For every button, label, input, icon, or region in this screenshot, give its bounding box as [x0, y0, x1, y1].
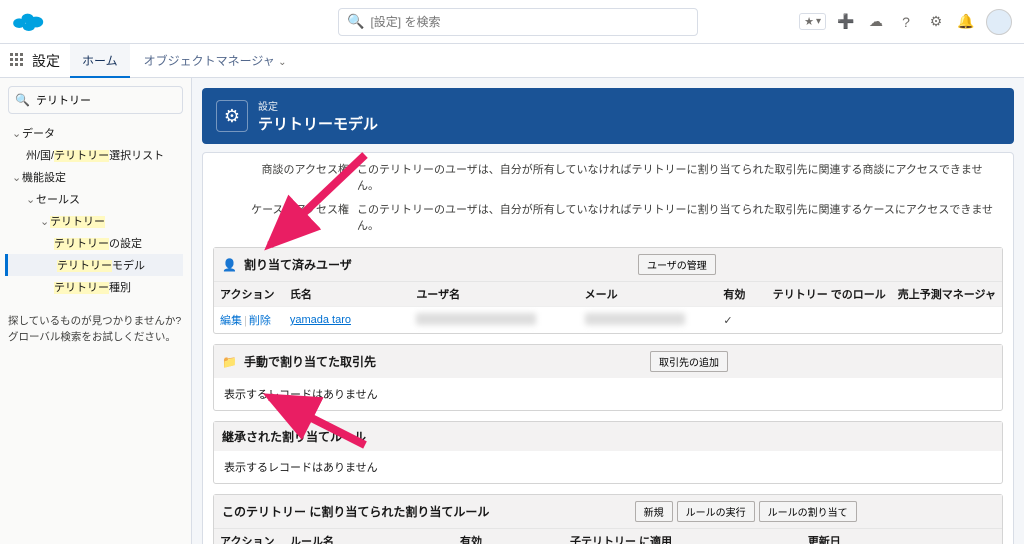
assigned-users-table: アクション 氏名 ユーザ名 メール 有効 テリトリー でのロール 売上予測マネー…	[214, 281, 1002, 333]
case-access-row: ケースのアクセス権 このテリトリーのユーザは、自分が所有していなければテリトリー…	[213, 197, 1003, 237]
manual-accounts-title: 手動で割り当てた取引先	[244, 353, 376, 370]
sidebar-search-input[interactable]	[36, 94, 176, 106]
main-content: ⚙ 設定 テリトリーモデル 商談のアクセス権 このテリトリーのユーザは、自分が所…	[192, 78, 1024, 544]
inherited-rules-panel: 継承された割り当てルール 表示するレコードはありません	[213, 421, 1003, 484]
sidebar-search[interactable]: 🔍	[8, 86, 183, 114]
content-card: 商談のアクセス権 このテリトリーのユーザは、自分が所有していなければテリトリーに…	[202, 152, 1014, 544]
tree-data[interactable]: ⌄データ	[8, 122, 183, 144]
col-enabled: 有効	[717, 282, 766, 307]
blurred-mail	[585, 313, 685, 325]
case-access-label: ケースのアクセス権	[219, 201, 349, 233]
add-account-button[interactable]: 取引先の追加	[650, 351, 728, 372]
tab-object-manager[interactable]: オブジェクトマネージャ ⌄	[132, 44, 299, 78]
tree-function-settings[interactable]: ⌄機能設定	[8, 166, 183, 188]
add-icon[interactable]: ➕	[836, 12, 856, 32]
assign-rules-button[interactable]: ルールの割り当て	[759, 501, 857, 522]
col-mail: メール	[579, 282, 718, 307]
app-launcher-icon[interactable]	[10, 53, 26, 69]
run-rules-button[interactable]: ルールの実行	[677, 501, 755, 522]
setup-sidebar: 🔍 ⌄データ 州/国/テリトリー選択リスト ⌄機能設定 ⌄セールス ⌄テリトリー…	[0, 78, 192, 544]
tree-territory-settings[interactable]: テリトリーの設定	[8, 232, 183, 254]
search-icon: 🔍	[15, 93, 30, 107]
territory-rules-title: このテリトリー に割り当てられた割り当てルール	[222, 503, 489, 520]
col-enabled: 有効	[454, 529, 564, 544]
opportunity-access-label: 商談のアクセス権	[219, 161, 349, 193]
col-manager: 売上予測マネージャ	[892, 282, 1002, 307]
gear-icon[interactable]: ⚙	[926, 12, 946, 32]
global-search-input[interactable]	[370, 15, 689, 29]
folder-icon: 📁	[222, 355, 236, 369]
page-title: テリトリーモデル	[258, 113, 378, 134]
delete-link[interactable]: 削除	[249, 315, 271, 327]
tree-state-country-territory-picklist[interactable]: 州/国/テリトリー選択リスト	[8, 144, 183, 166]
help-icon[interactable]: ?	[896, 12, 916, 32]
gear-icon: ⚙	[216, 100, 248, 132]
global-nav: 設定 ホーム オブジェクトマネージャ ⌄	[0, 44, 1024, 78]
opportunity-access-value: このテリトリーのユーザは、自分が所有していなければテリトリーに割り当てられた取引…	[357, 161, 997, 193]
col-updated: 更新日	[802, 529, 1002, 544]
inherited-rules-title: 継承された割り当てルール	[222, 428, 366, 445]
salesforce-help-icon[interactable]: ☁	[866, 12, 886, 32]
sidebar-help-text: 探しているものが見つかりませんか? グローバル検索をお試しください。	[8, 314, 183, 346]
user-icon: 👤	[222, 258, 236, 272]
enabled-check: ✓	[717, 307, 766, 334]
inherited-empty: 表示するレコードはありません	[214, 451, 1002, 483]
col-child: 子テリトリー に適用	[564, 529, 802, 544]
bell-icon[interactable]: 🔔	[956, 12, 976, 32]
favorites-button[interactable]: ★ ▾	[799, 13, 826, 30]
user-name-link[interactable]: yamada taro	[290, 314, 351, 326]
page-eyebrow: 設定	[258, 98, 378, 113]
salesforce-logo[interactable]	[12, 10, 48, 34]
col-action: アクション	[214, 529, 284, 544]
global-header: 🔍 ★ ▾ ➕ ☁ ? ⚙ 🔔	[0, 0, 1024, 44]
page-header: ⚙ 設定 テリトリーモデル	[202, 88, 1014, 144]
territory-rules-panel: このテリトリー に割り当てられた割り当てルール 新規 ルールの実行 ルールの割り…	[213, 494, 1003, 544]
col-name: 氏名	[284, 282, 410, 307]
manual-empty: 表示するレコードはありません	[214, 378, 1002, 410]
col-role: テリトリー でのロール	[767, 282, 892, 307]
manual-accounts-panel: 📁 手動で割り当てた取引先 取引先の追加 表示するレコードはありません	[213, 344, 1003, 411]
tree-territory[interactable]: ⌄テリトリー	[8, 210, 183, 232]
assigned-users-panel: 👤 割り当て済みユーザ ユーザの管理 アクション 氏名 ユーザ名 メール 有効 …	[213, 247, 1003, 334]
new-rule-button[interactable]: 新規	[635, 501, 673, 522]
col-rulename: ルール名	[284, 529, 454, 544]
table-row: 編集|削除 yamada taro ✓	[214, 307, 1002, 334]
col-action: アクション	[214, 282, 284, 307]
opportunity-access-row: 商談のアクセス権 このテリトリーのユーザは、自分が所有していなければテリトリーに…	[213, 157, 1003, 197]
blurred-username	[416, 313, 536, 325]
search-icon: 🔍	[347, 13, 364, 30]
app-label: 設定	[32, 51, 60, 71]
tree-territory-model[interactable]: テリトリーモデル	[5, 254, 183, 276]
tab-home[interactable]: ホーム	[70, 44, 130, 78]
assigned-users-title: 割り当て済みユーザ	[244, 256, 352, 273]
manage-users-button[interactable]: ユーザの管理	[638, 254, 716, 275]
tree-sales[interactable]: ⌄セールス	[8, 188, 183, 210]
edit-link[interactable]: 編集	[220, 315, 242, 327]
col-username: ユーザ名	[410, 282, 578, 307]
territory-rules-table: アクション ルール名 有効 子テリトリー に適用 更新日 編集|削除 郵便番号 …	[214, 528, 1002, 544]
global-search[interactable]: 🔍	[338, 8, 698, 36]
tree-territory-type[interactable]: テリトリー種別	[8, 276, 183, 298]
avatar[interactable]	[986, 9, 1012, 35]
case-access-value: このテリトリーのユーザは、自分が所有していなければテリトリーに割り当てられた取引…	[357, 201, 997, 233]
header-right-cluster: ★ ▾ ➕ ☁ ? ⚙ 🔔	[799, 9, 1012, 35]
